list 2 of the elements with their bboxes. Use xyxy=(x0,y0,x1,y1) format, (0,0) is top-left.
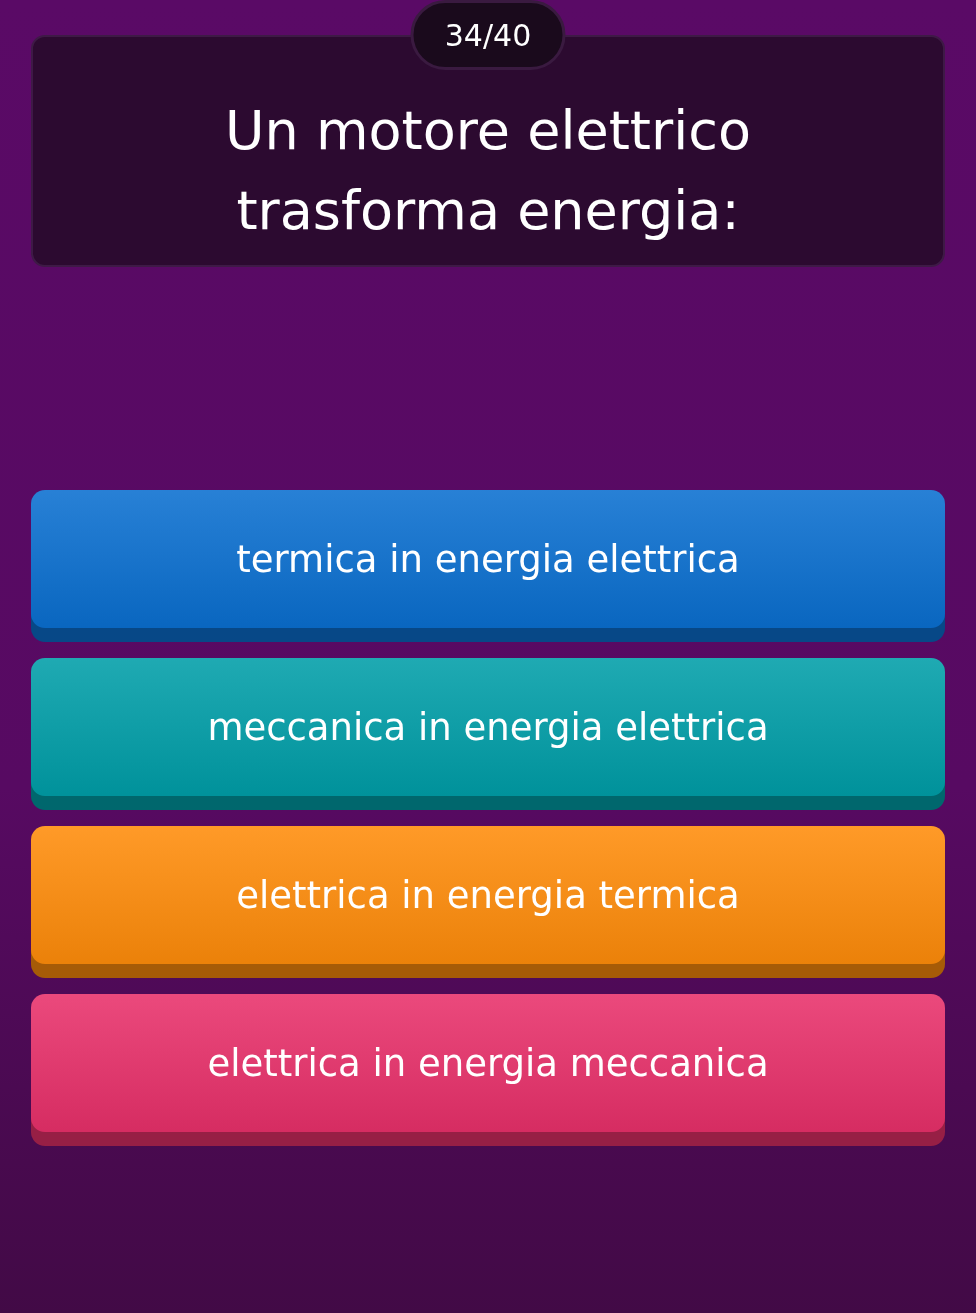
question-text: Un motore elettrico trasforma energia: xyxy=(224,98,752,244)
question-counter: 34/40 xyxy=(410,0,566,70)
